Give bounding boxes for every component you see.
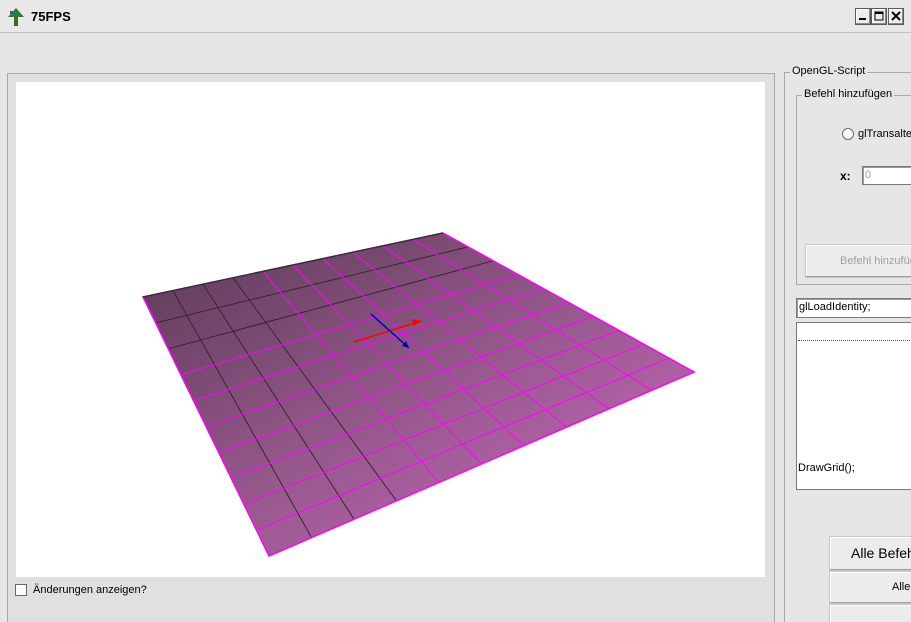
- show-changes-row[interactable]: Änderungen anzeigen?: [15, 584, 147, 596]
- add-command-label: Befehl hinzufügen: [802, 88, 895, 100]
- add-command-button[interactable]: Befehl hinzufügen: [805, 244, 911, 278]
- x-input[interactable]: 0: [862, 166, 911, 185]
- show-changes-checkbox[interactable]: [15, 584, 27, 596]
- gltranslate-label: glTransalte: [858, 128, 911, 140]
- list-item-selected[interactable]: [798, 324, 911, 341]
- maximize-button[interactable]: [871, 8, 887, 25]
- add-command-group: Befehl hinzufügen glTransalte x: 0 Befeh…: [796, 88, 911, 285]
- command-list[interactable]: DrawGrid();: [796, 322, 911, 490]
- opengl-viewport[interactable]: [16, 82, 765, 577]
- viewport-frame: Änderungen anzeigen?: [7, 73, 775, 622]
- close-button[interactable]: [888, 8, 904, 25]
- opengl-script-label: OpenGL-Script: [790, 65, 868, 77]
- third-button[interactable]: [829, 604, 911, 622]
- minimize-icon: [859, 18, 866, 20]
- opengl-script-group: OpenGL-Script Befehl hinzufügen glTransa…: [784, 65, 911, 622]
- minimize-button[interactable]: [855, 8, 871, 25]
- window-title: 75FPS: [31, 9, 71, 24]
- command-input[interactable]: glLoadIdentity;: [796, 298, 911, 318]
- close-icon: [891, 11, 901, 21]
- x-label: x:: [840, 169, 851, 183]
- all-button[interactable]: Alle: [829, 571, 911, 604]
- all-commands-button[interactable]: Alle Befehle: [829, 536, 911, 571]
- list-item[interactable]: DrawGrid();: [798, 462, 855, 474]
- gltranslate-radio[interactable]: [842, 128, 854, 140]
- client-area: Änderungen anzeigen? OpenGL-Script Befeh…: [0, 33, 911, 622]
- grid-plane: [141, 232, 696, 557]
- title-bar: 75FPS: [0, 0, 911, 33]
- maximize-icon: [874, 11, 884, 21]
- app-tree-icon: [8, 8, 24, 26]
- show-changes-label: Änderungen anzeigen?: [33, 584, 147, 596]
